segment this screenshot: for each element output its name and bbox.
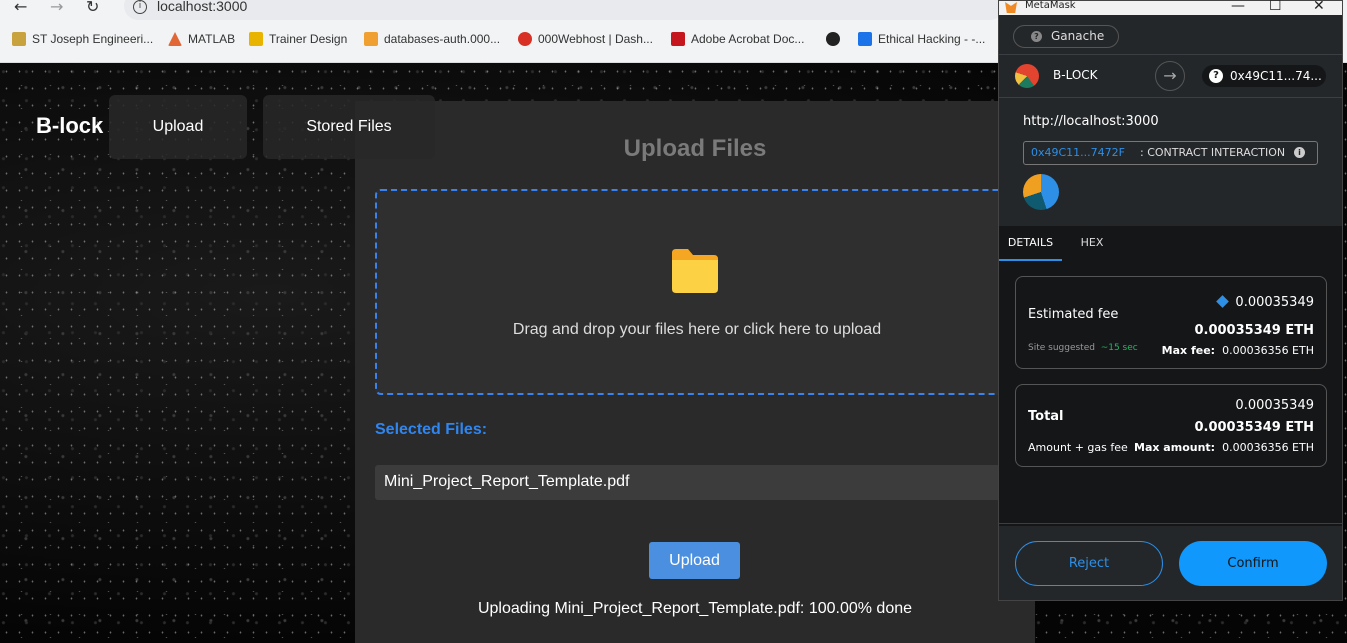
max-amount: Max amount: 0.00036356 ETH xyxy=(1134,441,1314,454)
bookmark-ethical-hacking[interactable]: Ethical Hacking - -... xyxy=(858,32,985,46)
nav-stored-files-button[interactable]: Stored Files xyxy=(263,95,435,159)
contract-interaction-badge: 0x49C11...7472F : CONTRACT INTERACTION i xyxy=(1023,141,1318,165)
webhost-favicon-icon xyxy=(518,32,532,46)
reload-icon[interactable]: ↻ xyxy=(86,0,99,16)
upload-panel: Upload Files Drag and drop your files he… xyxy=(355,101,1035,643)
total-eth: 0.00035349 ETH xyxy=(1194,420,1314,435)
metamask-footer: Reject Confirm xyxy=(999,523,1342,601)
total-value: 0.00035349 xyxy=(1235,398,1314,413)
folder-icon xyxy=(672,249,718,293)
selected-files-label: Selected Files: xyxy=(375,421,488,438)
bookmark-databases-auth[interactable]: databases-auth.000... xyxy=(364,32,500,46)
panel-title: Upload Files xyxy=(623,135,767,162)
hacking-favicon-icon xyxy=(858,32,872,46)
reject-button[interactable]: Reject xyxy=(1015,541,1163,586)
trainer-favicon-icon xyxy=(249,32,263,46)
total-card: Total 0.00035349 0.00035349 ETH Amount +… xyxy=(1015,384,1327,467)
arrow-right-icon: → xyxy=(1155,61,1185,91)
estimated-time: ~15 sec xyxy=(1100,343,1138,353)
recipient-address[interactable]: ? 0x49C11...74... xyxy=(1202,65,1326,87)
account-avatar xyxy=(1015,64,1039,88)
contract-interaction-label: : CONTRACT INTERACTION xyxy=(1140,146,1286,159)
metamask-window-title: MetaMask xyxy=(1025,0,1076,11)
selected-file-name: Mini_Project_Report_Template.pdf xyxy=(384,473,630,490)
bookmark-globe[interactable] xyxy=(826,32,846,46)
tab-details[interactable]: DETAILS xyxy=(999,226,1062,261)
details-section: DETAILS HEX Estimated fee 0.00035349 0.0… xyxy=(999,226,1342,526)
metamask-fox-icon xyxy=(1005,2,1017,13)
bookmark-adobe-acrobat[interactable]: Adobe Acrobat Doc... xyxy=(671,32,804,46)
network-question-icon: ? xyxy=(1031,31,1042,42)
upload-submit-button[interactable]: Upload xyxy=(649,542,740,579)
estimated-fee-label: Estimated fee xyxy=(1028,307,1119,322)
confirm-button[interactable]: Confirm xyxy=(1179,541,1327,586)
bookmark-st-joseph[interactable]: ST Joseph Engineeri... xyxy=(12,32,153,46)
bookmark-trainer-design[interactable]: Trainer Design xyxy=(249,32,347,46)
edit-pencil-icon[interactable] xyxy=(1216,295,1230,308)
recipient-address-text: 0x49C11...74... xyxy=(1230,69,1322,83)
info-icon[interactable]: i xyxy=(1294,147,1305,158)
dropzone-instructions: Drag and drop your files here or click h… xyxy=(512,321,882,338)
nav-upload-button[interactable]: Upload xyxy=(109,95,247,159)
total-label: Total xyxy=(1028,409,1064,424)
account-name[interactable]: B-LOCK xyxy=(1053,68,1098,82)
site-suggested-label: Site suggested ~15 sec xyxy=(1028,343,1138,353)
selected-file-item: Mini_Project_Report_Template.pdf xyxy=(375,465,1015,500)
amount-gas-label: Amount + gas fee xyxy=(1028,441,1128,454)
estimated-fee-eth: 0.00035349 ETH xyxy=(1194,323,1314,338)
site-info-icon[interactable]: i xyxy=(133,0,147,14)
minimize-icon[interactable]: — xyxy=(1231,0,1245,14)
brand-logo[interactable]: B-lock xyxy=(36,113,103,139)
file-dropzone[interactable]: Drag and drop your files here or click h… xyxy=(375,189,1015,395)
maximize-icon[interactable]: ☐ xyxy=(1269,0,1282,14)
globe-favicon-icon xyxy=(826,32,840,46)
phpmyadmin-favicon-icon xyxy=(364,32,378,46)
upload-status: Uploading Mini_Project_Report_Template.p… xyxy=(477,600,913,617)
tab-hex[interactable]: HEX xyxy=(1067,226,1117,259)
back-arrow-icon[interactable]: ← xyxy=(14,0,27,16)
app-navbar: B-lock Upload Stored Files xyxy=(18,93,448,163)
network-selector[interactable]: ? Ganache xyxy=(1013,25,1119,48)
max-fee: Max fee: 0.00036356 ETH xyxy=(1161,344,1314,357)
acrobat-favicon-icon xyxy=(671,32,685,46)
estimated-fee-card: Estimated fee 0.00035349 0.00035349 ETH … xyxy=(1015,276,1327,369)
address-bar-url: localhost:3000 xyxy=(157,0,248,14)
address-bar[interactable]: i localhost:3000 xyxy=(124,0,1004,20)
account-row: B-LOCK → ? 0x49C11...74... xyxy=(999,54,1342,98)
recipient-question-icon: ? xyxy=(1209,69,1223,83)
request-origin: http://localhost:3000 xyxy=(1023,114,1159,129)
matlab-favicon-icon xyxy=(168,32,182,46)
close-icon[interactable]: ✕ xyxy=(1313,0,1325,14)
contract-address[interactable]: 0x49C11...7472F xyxy=(1031,146,1125,159)
estimated-fee-value[interactable]: 0.00035349 xyxy=(1216,295,1314,310)
forward-arrow-icon[interactable]: → xyxy=(50,0,63,16)
bookmark-matlab[interactable]: MATLAB xyxy=(168,32,235,46)
bookmark-000webhost[interactable]: 000Webhost | Dash... xyxy=(518,32,653,46)
metamask-titlebar: MetaMask — ☐ ✕ xyxy=(999,0,1342,15)
college-favicon-icon xyxy=(12,32,26,46)
network-name: Ganache xyxy=(1051,29,1105,43)
contract-identicon xyxy=(1023,174,1059,210)
metamask-popup: MetaMask — ☐ ✕ ? Ganache B-LOCK → ? 0x49… xyxy=(998,0,1343,601)
